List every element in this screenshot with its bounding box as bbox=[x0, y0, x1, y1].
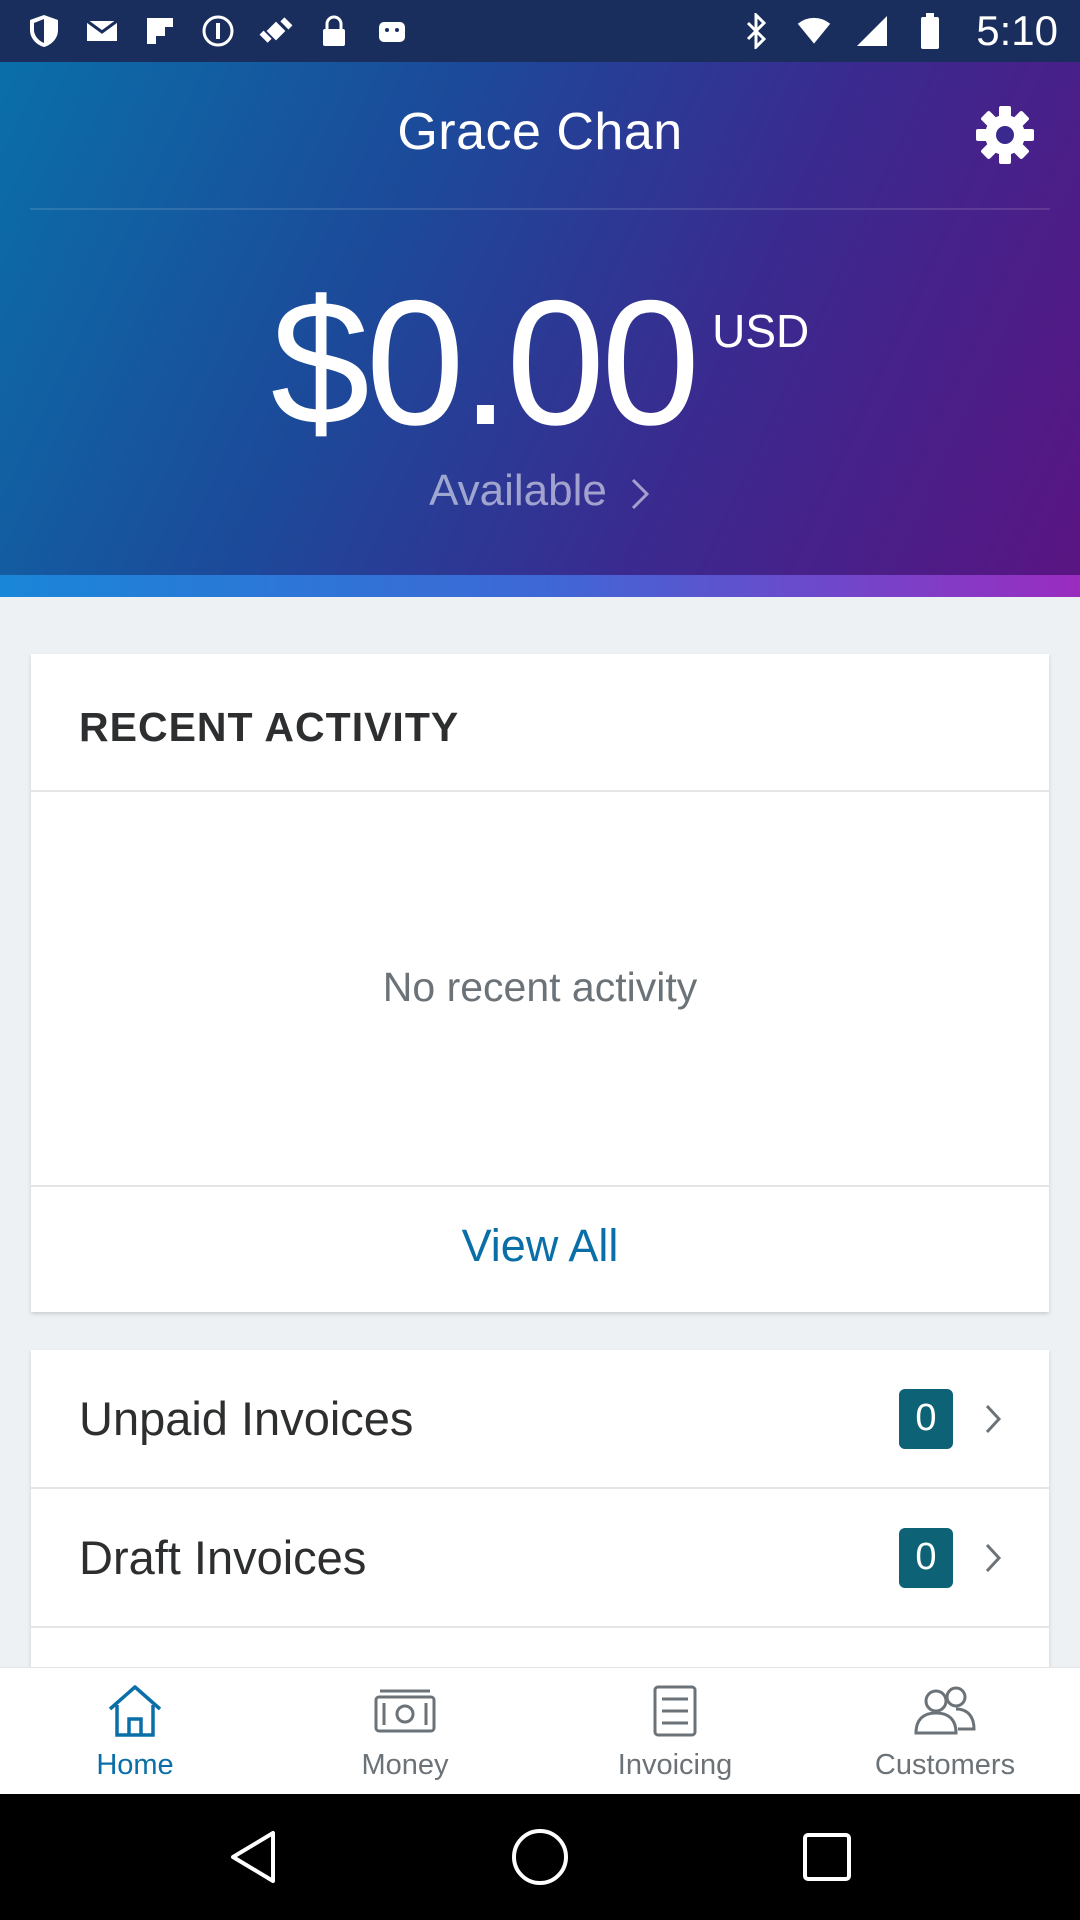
count-badge: 0 bbox=[899, 1388, 953, 1449]
card-divider bbox=[31, 790, 1049, 792]
wifi-icon bbox=[796, 13, 832, 49]
info-icon bbox=[200, 13, 236, 49]
invoice-icon bbox=[642, 1683, 708, 1739]
empty-activity-text: No recent activity bbox=[382, 964, 698, 1010]
status-time: 5:10 bbox=[976, 7, 1058, 54]
balance-header: Grace Chan $0.00 USD Available bbox=[0, 62, 1080, 597]
tab-invoicing[interactable]: Invoicing bbox=[540, 1668, 810, 1794]
invoice-row-label: Unpaid Invoices bbox=[79, 1392, 414, 1445]
balance-currency: USD bbox=[712, 305, 810, 357]
home-button-icon[interactable] bbox=[505, 1822, 575, 1892]
flipboard-icon bbox=[142, 13, 178, 49]
gear-icon[interactable] bbox=[974, 104, 1036, 166]
balance-amount: $0.00 bbox=[270, 263, 700, 462]
status-right-icons: 5:10 bbox=[738, 7, 1058, 55]
status-bar: 5:10 bbox=[0, 0, 1080, 62]
battery-icon bbox=[912, 13, 948, 49]
card-divider bbox=[31, 1626, 1049, 1628]
tab-home[interactable]: Home bbox=[0, 1668, 270, 1794]
invoices-card: Unpaid Invoices 0 Draft Invoices 0 bbox=[31, 1350, 1049, 1680]
chevron-right-icon bbox=[983, 1541, 1003, 1575]
view-all-button[interactable]: View All bbox=[31, 1186, 1049, 1312]
tab-money[interactable]: Money bbox=[270, 1668, 540, 1794]
tab-label: Customers bbox=[874, 1749, 1016, 1781]
shield-icon bbox=[26, 13, 62, 49]
mail-icon bbox=[84, 13, 120, 49]
tab-label: Money bbox=[361, 1749, 449, 1781]
android-nav-bar bbox=[0, 1794, 1080, 1920]
tab-label: Invoicing bbox=[617, 1749, 733, 1781]
draft-invoices-row[interactable]: Draft Invoices 0 bbox=[31, 1489, 1049, 1626]
home-icon bbox=[102, 1683, 168, 1739]
recent-activity-card: RECENT ACTIVITY No recent activity View … bbox=[31, 654, 1049, 1312]
user-name: Grace Chan bbox=[397, 103, 683, 161]
bluetooth-icon bbox=[738, 13, 774, 49]
signal-icon bbox=[854, 13, 890, 49]
header-divider bbox=[30, 208, 1050, 210]
android-icon bbox=[374, 13, 410, 49]
status-left-icons bbox=[26, 13, 410, 49]
bottom-tab-bar: Home Money Invoicing Customers bbox=[0, 1667, 1080, 1794]
header-accent-bar bbox=[0, 575, 1080, 597]
money-icon bbox=[372, 1683, 438, 1739]
recents-icon[interactable] bbox=[792, 1822, 862, 1892]
recent-activity-title: RECENT ACTIVITY bbox=[79, 704, 460, 750]
customers-icon bbox=[912, 1683, 978, 1739]
count-badge: 0 bbox=[899, 1527, 953, 1588]
lock-icon bbox=[316, 13, 352, 49]
chevron-right-icon bbox=[983, 1402, 1003, 1436]
unpaid-invoices-row[interactable]: Unpaid Invoices 0 bbox=[31, 1350, 1049, 1487]
tab-label: Home bbox=[96, 1749, 174, 1781]
available-label: Available bbox=[429, 466, 607, 515]
invoice-row-label: Draft Invoices bbox=[79, 1531, 367, 1584]
tab-customers[interactable]: Customers bbox=[810, 1668, 1080, 1794]
balance-display: $0.00 USD bbox=[0, 274, 1080, 452]
chevron-right-icon bbox=[629, 473, 651, 510]
available-link[interactable]: Available bbox=[0, 466, 1080, 516]
back-icon[interactable] bbox=[218, 1822, 288, 1892]
fake-gps-icon bbox=[258, 13, 294, 49]
